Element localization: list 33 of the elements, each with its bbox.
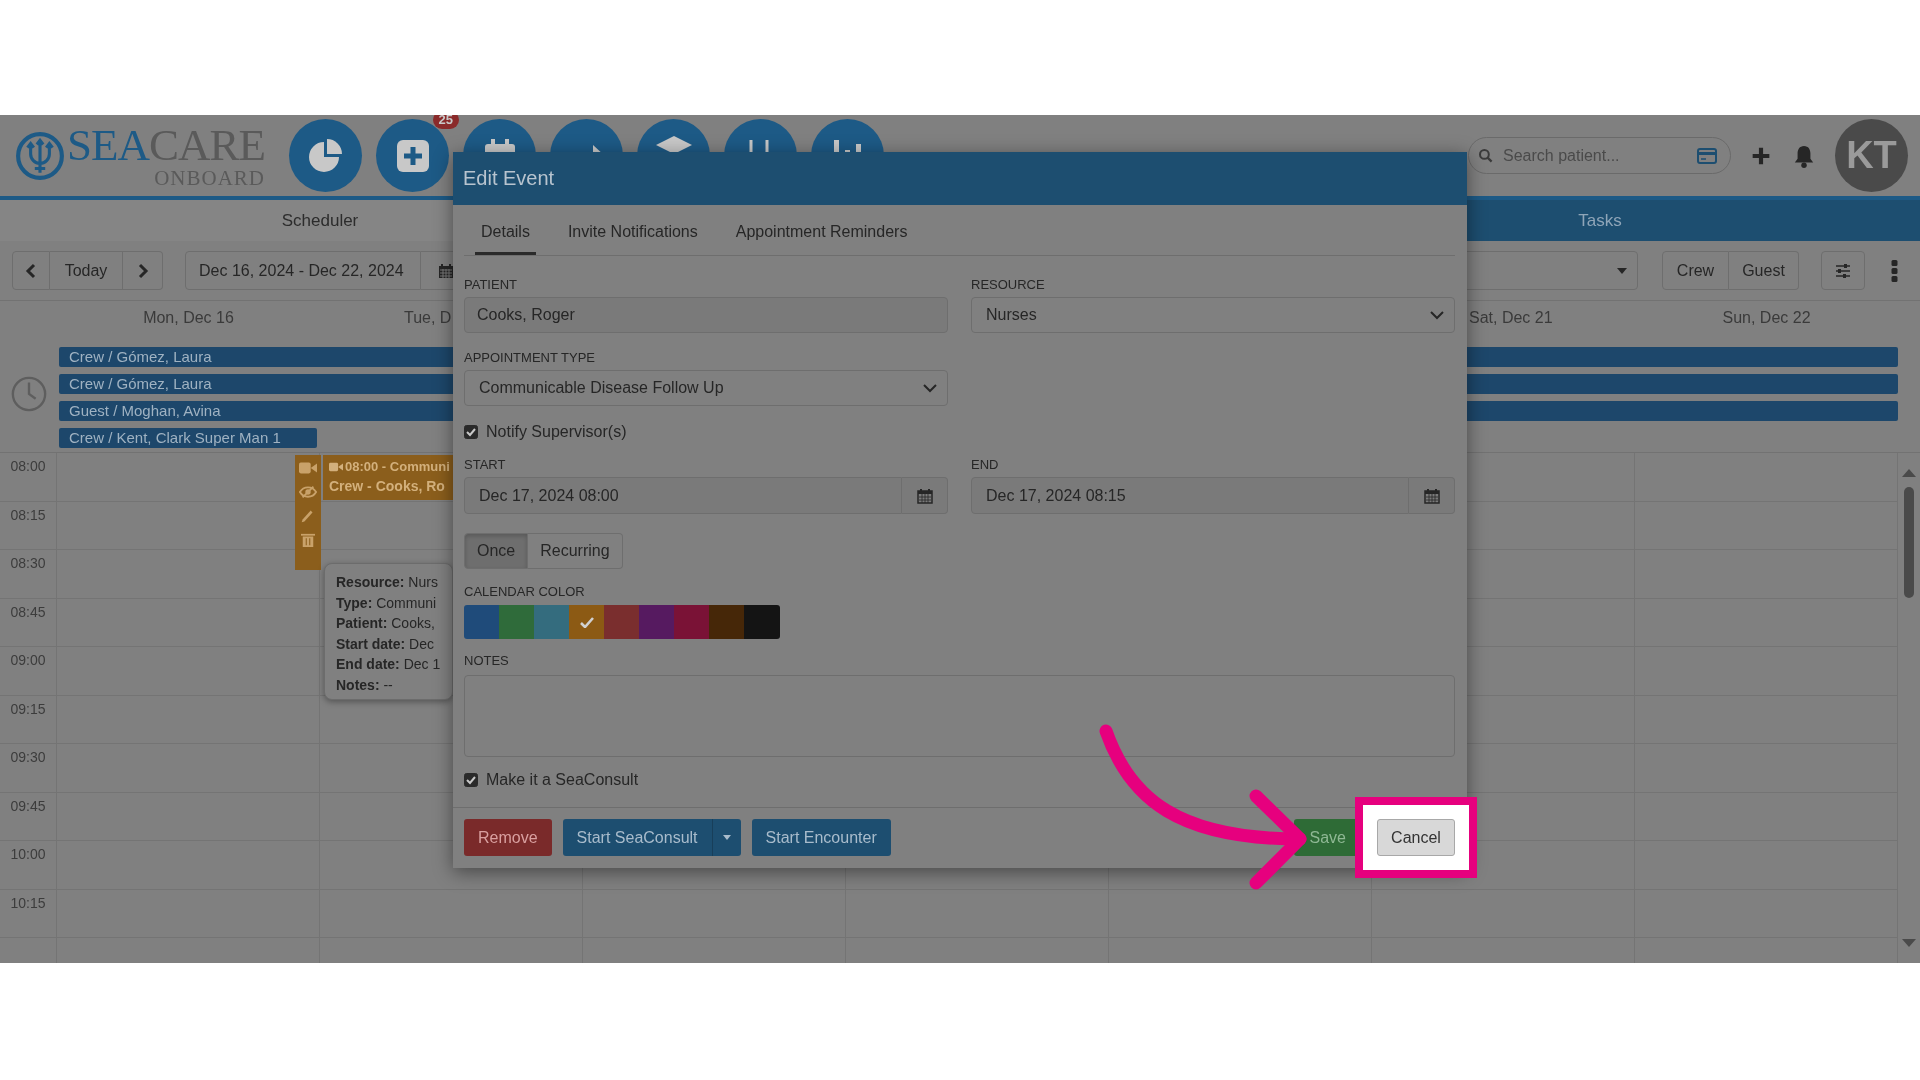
tooltip-line: End date: Dec 1 xyxy=(336,655,442,674)
field-label: APPOINTMENT TYPE xyxy=(464,350,596,366)
modal-title: Edit Event xyxy=(463,167,555,190)
event-subtitle: Crew - Cooks, Ro xyxy=(329,478,446,494)
field-label: NOTES xyxy=(464,653,510,669)
tooltip-line: Notes: -- xyxy=(336,675,394,695)
tooltip-line: Resource: Nurs xyxy=(336,573,439,592)
field-label: CALENDAR COLOR xyxy=(464,584,586,600)
tooltip-line: Type: Communi xyxy=(336,593,438,613)
day-header: Sun, Dec 22 xyxy=(1722,309,1811,326)
checkbox-label: Make it a SeaConsult xyxy=(486,771,639,789)
tooltip-line: Patient: Cooks, xyxy=(336,614,436,633)
time-label: 08:15 xyxy=(10,506,46,523)
field-label: START xyxy=(464,457,507,473)
field-label: RESOURCE xyxy=(971,277,1046,293)
day-header: Tue, D xyxy=(404,309,452,326)
event-title: 08:00 - Communi xyxy=(345,459,450,474)
time-label: 08:30 xyxy=(10,555,46,571)
time-label: 09:45 xyxy=(10,797,46,814)
time-label: 08:45 xyxy=(10,603,46,620)
time-label: 10:15 xyxy=(10,894,46,911)
day-header: Sat, Dec 21 xyxy=(1469,309,1553,326)
time-label: 10:00 xyxy=(10,846,46,862)
time-label: 09:00 xyxy=(10,652,46,668)
field-label: END xyxy=(971,457,1000,473)
field-label: PATIENT xyxy=(464,277,518,293)
checkbox-label: Notify Supervisor(s) xyxy=(486,423,627,441)
time-label: 09:15 xyxy=(10,700,46,717)
time-label: 08:00 xyxy=(10,458,46,474)
day-header: Mon, Dec 16 xyxy=(143,309,234,326)
tooltip-line: Start date: Dec xyxy=(336,634,436,654)
time-label: 09:30 xyxy=(10,749,46,765)
count-badge: 25 xyxy=(432,115,459,129)
